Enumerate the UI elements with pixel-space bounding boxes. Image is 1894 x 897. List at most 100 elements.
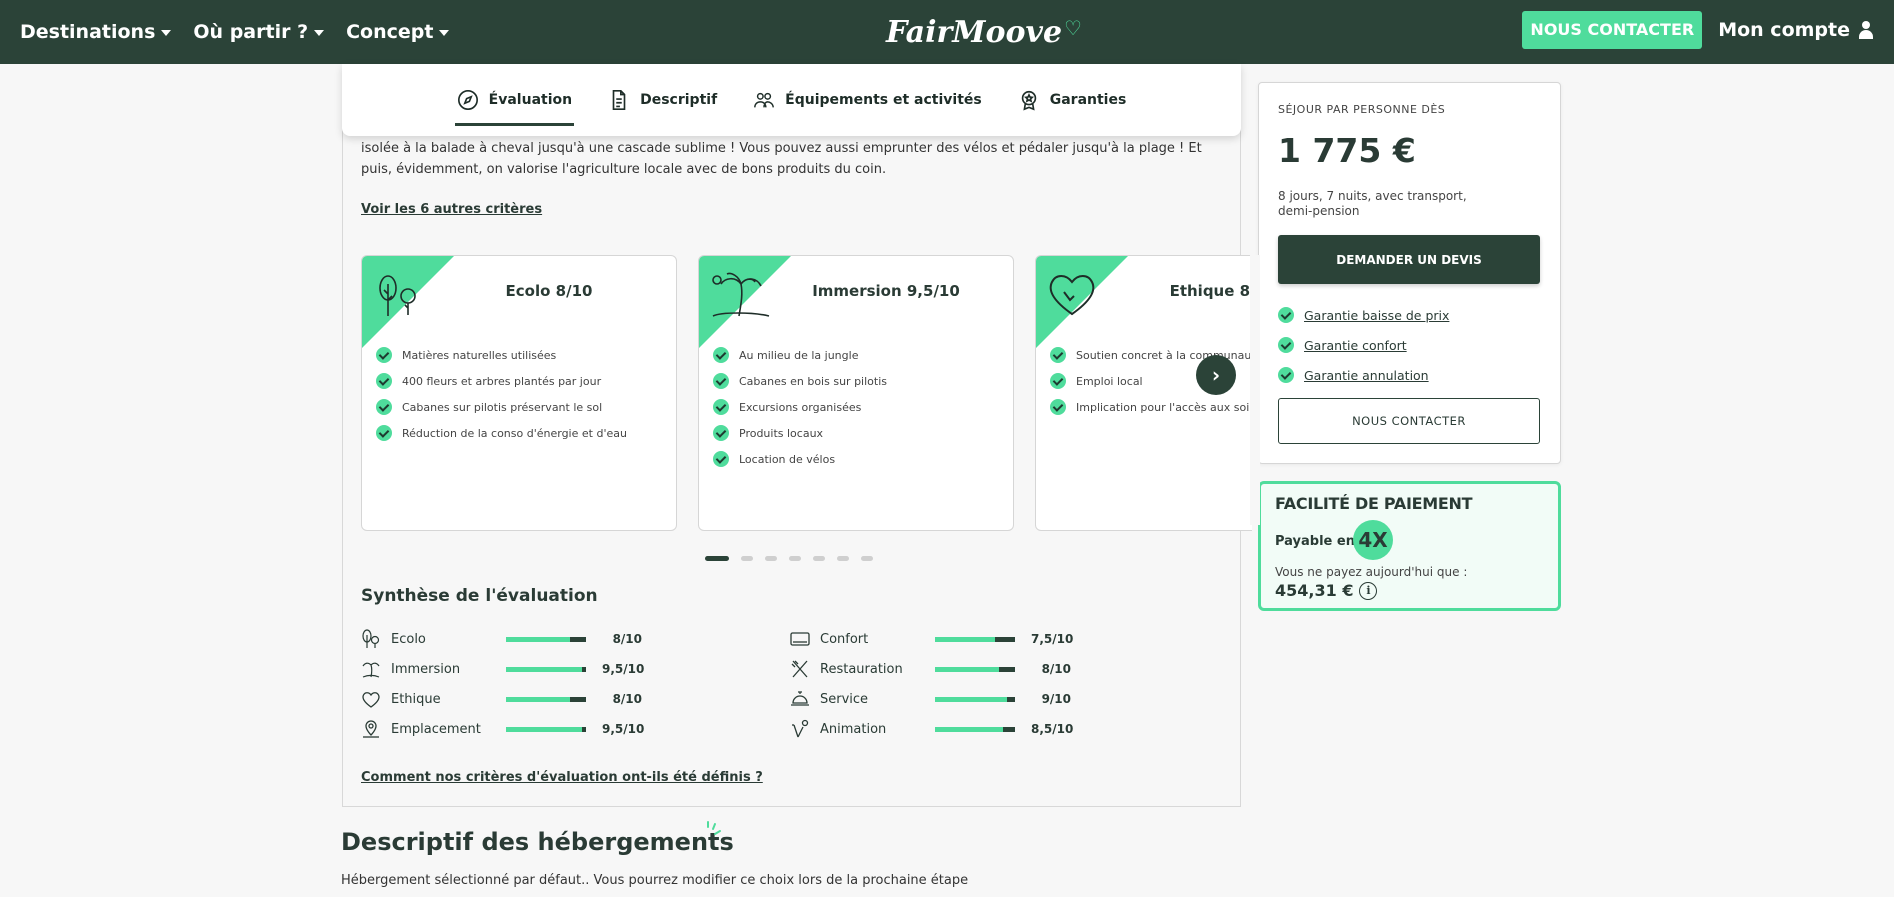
score-row-emplacement: Emplacement 9,5/10 bbox=[361, 714, 661, 744]
score-bar-fill bbox=[506, 666, 582, 672]
main-nav: Destinations Où partir ? Concept bbox=[20, 21, 450, 43]
price-value: 1 775 € bbox=[1278, 131, 1416, 170]
contact-button-top[interactable]: NOUS CONTACTER bbox=[1522, 11, 1703, 49]
nav-concept[interactable]: Concept bbox=[346, 21, 450, 43]
price-details: 8 jours, 7 nuits, avec transport, demi-p… bbox=[1278, 189, 1467, 218]
account-link[interactable]: Mon compte bbox=[1718, 19, 1874, 41]
carousel-dot[interactable] bbox=[813, 556, 825, 561]
card-title: Ecolo 8/10 bbox=[505, 282, 593, 300]
heart-logo-icon: ♡ bbox=[1064, 16, 1082, 40]
list-item: Produits locaux bbox=[713, 420, 887, 446]
list-item: Excursions organisées bbox=[713, 394, 887, 420]
synthesis-title: Synthèse de l'évaluation bbox=[361, 586, 598, 606]
score-bar-fill bbox=[935, 726, 1003, 732]
criteria-card-ecolo: Ecolo 8/10 Matières naturelles utilisées… bbox=[361, 255, 677, 531]
info-icon[interactable]: i bbox=[1359, 581, 1378, 600]
score-bar bbox=[506, 666, 586, 672]
guarantee-item[interactable]: Garantie annulation bbox=[1278, 360, 1449, 390]
people-icon bbox=[754, 92, 775, 108]
score-row-ecolo: Ecolo 8/10 bbox=[361, 624, 661, 654]
fairmoove-logo[interactable]: FairMoove ♡ bbox=[886, 10, 1082, 54]
carousel-dot[interactable] bbox=[705, 556, 729, 561]
palm-tree-icon bbox=[362, 662, 380, 678]
score-bar-fill bbox=[935, 636, 995, 642]
card-feature-list: Au milieu de la jungle Cabanes en bois s… bbox=[713, 342, 887, 472]
chevron-down-icon bbox=[161, 30, 172, 36]
guarantee-item[interactable]: Garantie baisse de prix bbox=[1278, 300, 1449, 330]
score-bar bbox=[935, 636, 1015, 642]
tab-garanties[interactable]: Garanties bbox=[1016, 64, 1129, 136]
compass-icon bbox=[457, 90, 478, 110]
criteria-carousel: Ecolo 8/10 Matières naturelles utilisées… bbox=[361, 255, 1252, 531]
score-row-service: Service 9/10 bbox=[790, 684, 1090, 714]
nav-destinations[interactable]: Destinations bbox=[20, 21, 172, 43]
cloche-icon bbox=[791, 691, 809, 706]
sparkle-icon bbox=[707, 821, 721, 835]
criteria-card-immersion: Immersion 9,5/10 Au milieu de la jungle … bbox=[698, 255, 1014, 531]
palm-tree-icon bbox=[699, 256, 791, 348]
check-icon bbox=[1050, 399, 1066, 415]
heart-hand-icon bbox=[362, 692, 380, 708]
check-icon bbox=[376, 347, 392, 363]
product-tabs: Évaluation Descriptif Équipements et act… bbox=[342, 64, 1241, 136]
pay-today-amount: 454,31 € i bbox=[1275, 581, 1378, 600]
score-bar bbox=[935, 726, 1015, 732]
score-bar-fill bbox=[506, 726, 582, 732]
payment-facility-box: FACILITÉ DE PAIEMENT Payable en 4X Vous … bbox=[1258, 481, 1561, 611]
carousel-dot[interactable] bbox=[861, 556, 873, 561]
section-title: Descriptif des hébergements bbox=[341, 828, 734, 856]
list-item: Réduction de la conso d'énergie et d'eau bbox=[376, 420, 627, 446]
check-icon bbox=[1278, 307, 1294, 323]
carousel-dot[interactable] bbox=[741, 556, 753, 561]
score-bar-fill bbox=[506, 636, 570, 642]
check-icon bbox=[376, 373, 392, 389]
cutlery-icon bbox=[791, 660, 808, 678]
document-icon bbox=[612, 90, 626, 110]
tab-evaluation[interactable]: Évaluation bbox=[454, 64, 575, 136]
check-icon bbox=[1050, 373, 1066, 389]
trees-icon bbox=[362, 629, 380, 648]
evaluation-intro-text: isolée à la balade à cheval jusqu'à une … bbox=[361, 141, 1202, 177]
top-navbar: Destinations Où partir ? Concept FairMoo… bbox=[0, 0, 1894, 64]
carousel-next-button[interactable]: › bbox=[1196, 355, 1236, 395]
card-feature-list: Matières naturelles utilisées 400 fleurs… bbox=[376, 342, 627, 446]
price-label: SÉJOUR PAR PERSONNE DÈS bbox=[1278, 103, 1446, 116]
guarantee-item[interactable]: Garantie confort bbox=[1278, 330, 1449, 360]
request-quote-button[interactable]: DEMANDER UN DEVIS bbox=[1278, 235, 1540, 284]
trees-icon bbox=[362, 256, 454, 348]
map-pin-icon bbox=[363, 720, 379, 738]
carousel-dot[interactable] bbox=[765, 556, 777, 561]
check-icon bbox=[1278, 367, 1294, 383]
check-icon bbox=[1050, 347, 1066, 363]
score-bar-fill bbox=[506, 696, 570, 702]
payable-in-label: Payable en bbox=[1275, 534, 1355, 549]
score-bar bbox=[935, 666, 1015, 672]
carousel-dots bbox=[705, 556, 873, 561]
contact-button-side[interactable]: NOUS CONTACTER bbox=[1278, 398, 1540, 444]
score-bar bbox=[935, 696, 1015, 702]
tab-equipements[interactable]: Équipements et activités bbox=[751, 64, 984, 136]
list-item: Au milieu de la jungle bbox=[713, 342, 887, 368]
check-icon bbox=[713, 425, 729, 441]
criteria-definition-link[interactable]: Comment nos critères d'évaluation ont-il… bbox=[361, 770, 763, 785]
more-criteria-link[interactable]: Voir les 6 autres critères bbox=[361, 202, 542, 217]
carousel-dot[interactable] bbox=[789, 556, 801, 561]
chevron-right-icon: › bbox=[1211, 363, 1221, 387]
heart-hand-icon bbox=[1036, 256, 1128, 348]
check-icon bbox=[713, 347, 729, 363]
nav-ou-partir[interactable]: Où partir ? bbox=[193, 21, 325, 43]
card-title: Immersion 9,5/10 bbox=[812, 282, 960, 300]
user-icon bbox=[1858, 21, 1874, 39]
score-bar bbox=[506, 726, 586, 732]
score-row-confort: Confort 7,5/10 bbox=[790, 624, 1090, 654]
carousel-dot[interactable] bbox=[837, 556, 849, 561]
nav-right: NOUS CONTACTER Mon compte bbox=[1522, 11, 1874, 49]
check-icon bbox=[713, 373, 729, 389]
list-item: Cabanes sur pilotis préservant le sol bbox=[376, 394, 627, 420]
tab-descriptif[interactable]: Descriptif bbox=[606, 64, 719, 136]
check-icon bbox=[376, 425, 392, 441]
pay-today-label: Vous ne payez aujourd'hui que : bbox=[1275, 565, 1468, 579]
card-title: Ethique 8/10 bbox=[1169, 282, 1252, 300]
chevron-down-icon bbox=[314, 30, 325, 36]
sprout-icon bbox=[792, 719, 809, 738]
